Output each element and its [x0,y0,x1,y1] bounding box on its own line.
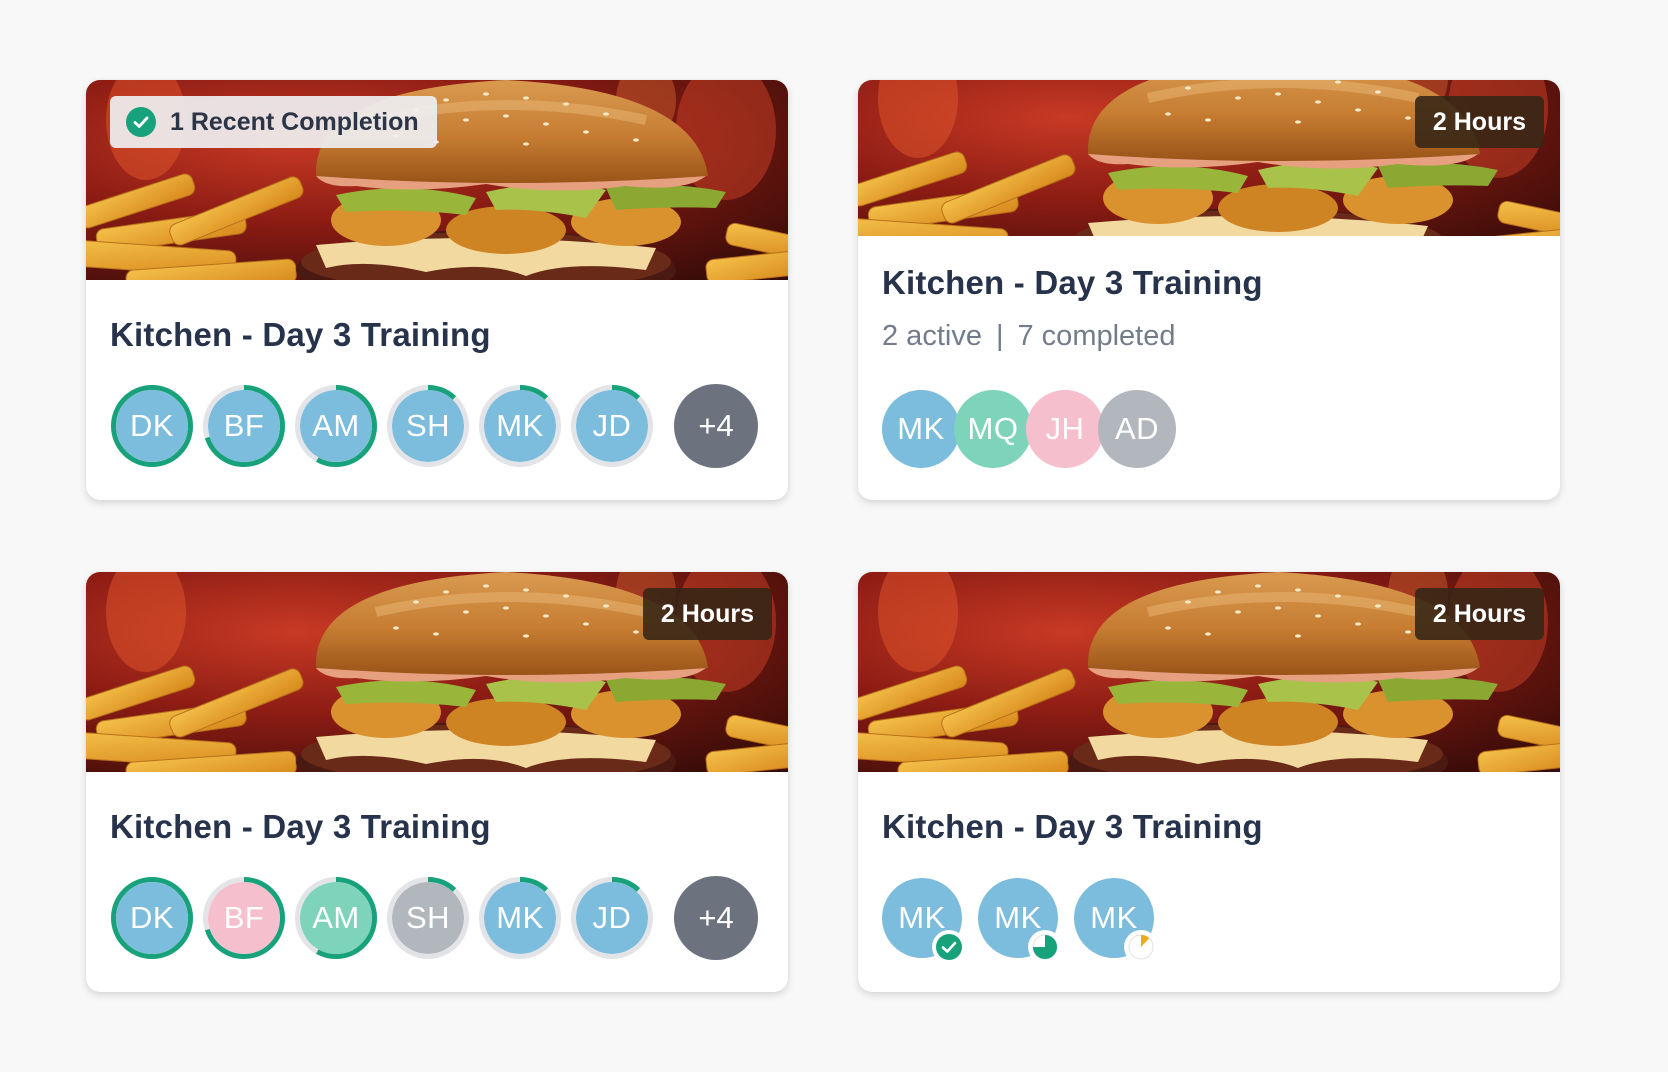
avatar-initials: AM [312,900,360,935]
assignee-avatar[interactable]: JD [570,876,654,960]
avatar-initials: MK [496,408,544,443]
card-title: Kitchen - Day 3 Training [882,808,1263,845]
more-assignees-button[interactable]: +4 [674,384,758,468]
avatar-initials: JD [592,900,632,935]
avatar-initials: AM [312,408,360,443]
assignee-avatar[interactable]: AM [294,876,378,960]
avatar-initials: SH [405,408,451,443]
assignee-avatar[interactable]: MK [882,878,966,964]
avatar: MQ [954,390,1032,468]
card-title: Kitchen - Day 3 Training [110,808,491,845]
assignee-avatar[interactable]: MK [978,878,1062,964]
check-circle-icon [932,930,966,964]
badge-label: 1 Recent Completion [170,107,419,136]
assignee-status-row: MK MK MK [882,878,1170,964]
recent-completion-badge: 1 Recent Completion [110,96,437,148]
avatar-initials: DK [129,408,175,443]
assignee-avatar[interactable]: AM [294,384,378,468]
assignee-avatar[interactable]: BF [202,876,286,960]
assignee-stack: MK MQ JH AD [882,390,1176,468]
avatar-initials: BF [223,408,265,443]
check-circle-icon [126,107,156,137]
avatar-initials: JD [592,408,632,443]
duration-badge: 2 Hours [1414,588,1544,640]
assignee-avatar[interactable]: SH [386,384,470,468]
avatar-initials: SH [405,900,451,935]
avatar: AD [1098,390,1176,468]
duration-badge: 2 Hours [642,588,772,640]
assignee-avatar[interactable]: MK [478,876,562,960]
assignee-row: DK BF AM SH MK JD +4 [110,876,758,960]
assignee-avatar[interactable]: SH [386,876,470,960]
pie-progress-icon [1124,930,1158,964]
pie-progress-icon [1028,930,1062,964]
assignee-avatar[interactable]: BF [202,384,286,468]
card-title: Kitchen - Day 3 Training [110,316,491,353]
avatar-initials: DK [129,900,175,935]
avatar: JH [1026,390,1104,468]
assignee-row: DK BF AM SH MK JD +4 [110,384,758,468]
active-count: 2 active [882,320,982,352]
training-card[interactable]: 2 Hours Kitchen - Day 3 Training MK MK M… [858,572,1560,992]
more-assignees-button[interactable]: +4 [674,876,758,960]
assignee-avatar[interactable]: MK [478,384,562,468]
stats-separator: | [995,320,1004,352]
avatar: MK [882,390,960,468]
training-card[interactable]: 2 Hours Kitchen - Day 3 Training 2 activ… [858,80,1560,500]
assignee-avatar[interactable]: JD [570,384,654,468]
card-hero-image: 2 Hours [858,572,1560,772]
card-hero-image: 2 Hours [858,80,1560,236]
completed-count: 7 completed [1017,320,1176,352]
assignee-avatar[interactable]: DK [110,876,194,960]
card-stats: 2 active | 7 completed [882,320,1176,353]
training-card[interactable]: 1 Recent Completion Kitchen - Day 3 Trai… [86,80,788,500]
duration-badge: 2 Hours [1414,96,1544,148]
assignee-avatar[interactable]: DK [110,384,194,468]
card-hero-image: 2 Hours [86,572,788,772]
card-hero-image: 1 Recent Completion [86,80,788,280]
training-card[interactable]: 2 Hours Kitchen - Day 3 Training DK BF AM S… [86,572,788,992]
avatar-initials: BF [223,900,265,935]
card-title: Kitchen - Day 3 Training [882,264,1263,301]
avatar-initials: MK [496,900,544,935]
assignee-avatar[interactable]: MK [1074,878,1158,964]
